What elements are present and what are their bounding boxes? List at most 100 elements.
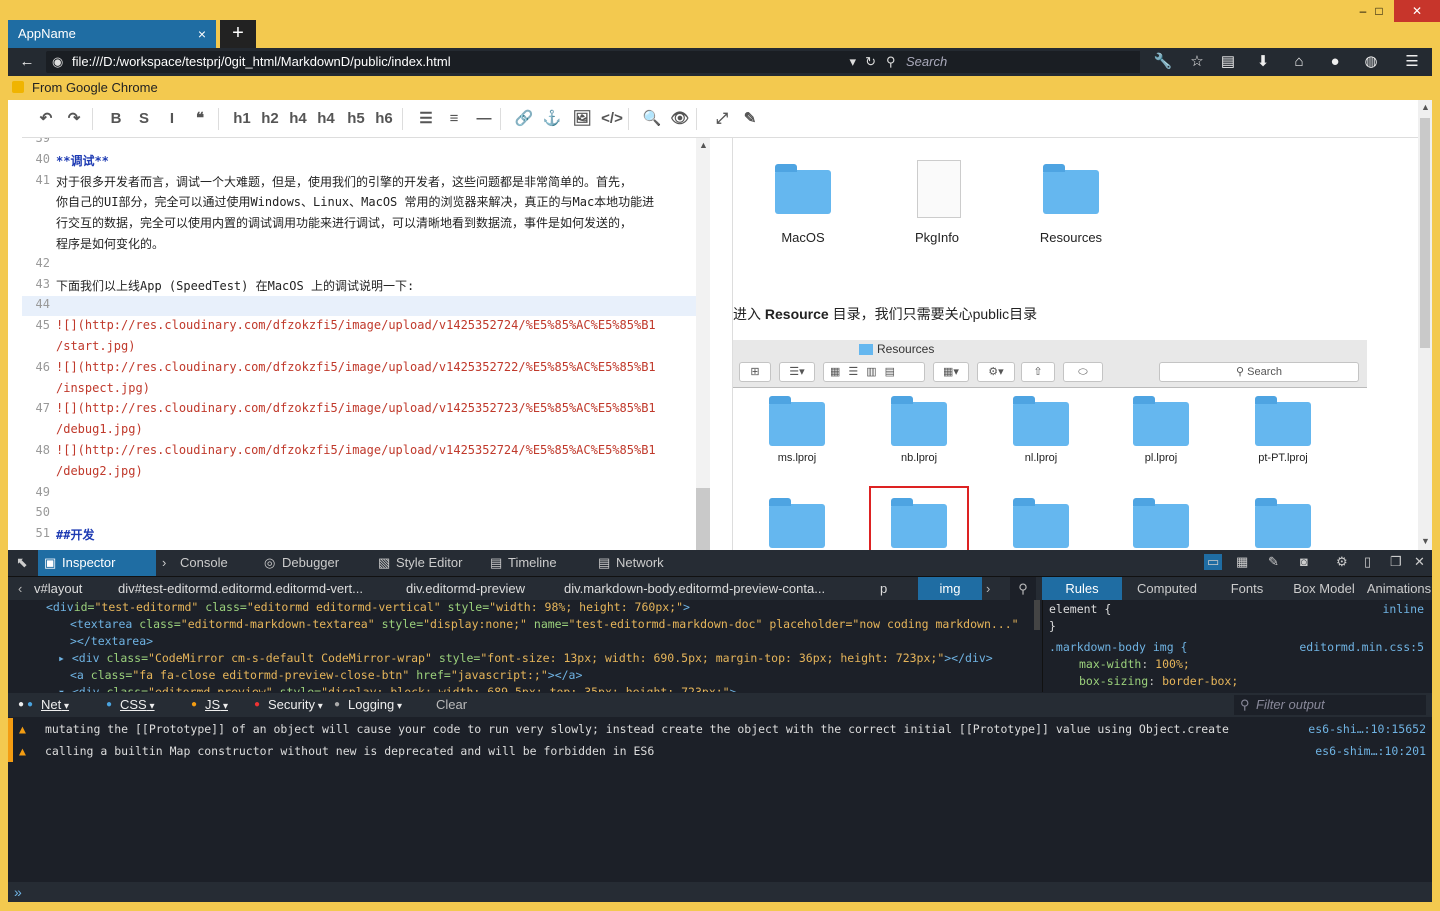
tab-inspector[interactable]: ▣ Inspector: [38, 550, 156, 576]
markup-scrollbar[interactable]: [1034, 600, 1040, 630]
search-icon[interactable]: ⚲: [1010, 577, 1036, 601]
rule-source[interactable]: inline: [1382, 602, 1424, 616]
list-ul-button[interactable]: ☰: [414, 109, 438, 129]
globe-addon-icon[interactable]: ◍: [1360, 52, 1382, 72]
tab-appname[interactable]: AppName ×: [8, 20, 216, 48]
rule-property[interactable]: box-sizing: border-box;: [1079, 674, 1238, 688]
tab-fonts[interactable]: Fonts: [1212, 577, 1282, 601]
breadcrumb-item[interactable]: img: [918, 577, 982, 601]
h6-button[interactable]: h6: [372, 109, 396, 129]
screenshot-icon[interactable]: ◙: [1300, 554, 1308, 569]
markup-node[interactable]: <a class="fa fa-close editormd-preview-c…: [70, 668, 582, 682]
markdown-editor[interactable]: 39 40 **调试** 41 对于很多开发者而言，调试一个大难题，但是，使用我们的引擎…: [22, 138, 696, 550]
breadcrumb-item[interactable]: div#test-editormd.editormd.editormd-vert…: [118, 577, 398, 601]
dock-side-icon[interactable]: ▯: [1364, 554, 1371, 570]
image-button[interactable]: 🖼: [570, 109, 594, 129]
rule-source[interactable]: editormd.min.css:5: [1299, 640, 1424, 654]
strikethrough-button[interactable]: S: [132, 109, 156, 129]
breadcrumb-item[interactable]: v#layout: [34, 577, 114, 601]
tab-inspector-icon: ▣: [44, 555, 57, 570]
preview-button[interactable]: 👁: [668, 109, 692, 129]
tab-style-editor[interactable]: ▧ Style Editor: [372, 550, 484, 576]
tab-timeline[interactable]: ▤ Timeline: [484, 550, 592, 576]
gear-icon[interactable]: ⚙: [1336, 554, 1348, 570]
h2-button[interactable]: h2: [258, 109, 282, 129]
bold-button[interactable]: B: [104, 109, 128, 129]
clear-button[interactable]: ✎: [738, 109, 762, 129]
h4-button[interactable]: h4: [314, 109, 338, 129]
rule-property[interactable]: max-width: 100%;: [1079, 657, 1190, 671]
tab-title: AppName: [18, 26, 76, 41]
link-button[interactable]: 🔗: [512, 109, 536, 129]
tab-close-icon[interactable]: ×: [198, 20, 206, 48]
console-input[interactable]: »: [8, 882, 1432, 902]
download-icon[interactable]: ⬇: [1252, 52, 1274, 72]
reading-list-icon[interactable]: ▤: [1217, 52, 1239, 72]
markup-node[interactable]: <divid="test-editormd" class="editormd e…: [46, 600, 690, 614]
paintbrush-icon[interactable]: ✎: [1268, 554, 1279, 570]
log-source[interactable]: es6-shi…:10:15652: [1308, 718, 1426, 740]
tab-network[interactable]: ▤ Network: [592, 550, 692, 576]
search-button[interactable]: 🔍: [640, 109, 664, 129]
tab-animations[interactable]: Animations: [1366, 577, 1432, 601]
toggle-icon[interactable]: ●: [18, 693, 24, 717]
url-bar[interactable]: ◉ file:///D:/workspace/testprj/0git_html…: [46, 51, 882, 73]
new-tab-button[interactable]: +: [220, 20, 256, 48]
responsive-icon[interactable]: ▭: [1204, 554, 1223, 570]
chat-icon[interactable]: ●: [1324, 52, 1346, 72]
markup-view[interactable]: <divid="test-editormd" class="editormd e…: [8, 600, 1042, 692]
dock-window-icon[interactable]: ❐: [1390, 554, 1402, 570]
bookmark-star-icon[interactable]: ☆: [1186, 52, 1208, 72]
tab-label: Console: [180, 555, 228, 570]
reload-icon[interactable]: ↻: [865, 51, 876, 73]
breadcrumb-item[interactable]: div.editormd-preview: [406, 577, 556, 601]
markup-node[interactable]: ></textarea>: [70, 634, 153, 648]
anchor-button[interactable]: ⚓: [540, 109, 564, 129]
filter-output-input[interactable]: ⚲ Filter output: [1234, 695, 1426, 715]
logging-filter[interactable]: Logging ▾: [348, 693, 402, 717]
breadcrumb-item[interactable]: div.markdown-body.editormd-preview-conta…: [564, 577, 874, 601]
crumb-next-icon[interactable]: ›: [986, 577, 990, 601]
markup-node[interactable]: <textarea class="editormd-markdown-texta…: [70, 617, 1019, 631]
home-icon[interactable]: ⌂: [1288, 52, 1310, 72]
quote-button[interactable]: ❝: [188, 109, 212, 129]
clear-button[interactable]: Clear: [436, 693, 467, 717]
pick-element-icon[interactable]: ⬉: [16, 554, 28, 571]
security-filter[interactable]: Security ▾: [268, 693, 323, 717]
log-source[interactable]: es6-shim…:10:201: [1315, 740, 1426, 762]
scratchpad-icon[interactable]: ▦: [1236, 554, 1248, 570]
tab-console-icon: ›: [162, 555, 167, 570]
menu-icon[interactable]: ☰: [1401, 52, 1423, 72]
net-filter[interactable]: Net ▾: [41, 693, 69, 717]
crumb-prev-icon[interactable]: ‹: [18, 577, 22, 601]
close-devtools-icon[interactable]: ✕: [1414, 554, 1425, 570]
h3-button[interactable]: h4: [286, 109, 310, 129]
dropdown-arrow-icon[interactable]: ▾: [849, 51, 856, 73]
markup-node[interactable]: ▾ <div class="editormd-preview" style="d…: [58, 685, 737, 692]
wrench-icon[interactable]: 🔧: [1152, 52, 1174, 72]
rules-view[interactable]: element { inline } .markdown-body img { …: [1042, 600, 1432, 692]
italic-button[interactable]: I: [160, 109, 184, 129]
tab-debugger[interactable]: ◎ Debugger: [258, 550, 372, 576]
breadcrumb-item[interactable]: p: [880, 577, 910, 601]
tab-computed[interactable]: Computed: [1122, 577, 1212, 601]
css-filter[interactable]: CSS ▾: [120, 693, 155, 717]
hr-button[interactable]: —: [472, 109, 496, 129]
tab-console[interactable]: › Console: [156, 550, 258, 576]
h5-button[interactable]: h5: [344, 109, 368, 129]
tab-rules[interactable]: Rules: [1042, 577, 1122, 601]
tab-box-model[interactable]: Box Model: [1282, 577, 1366, 601]
list-ol-button[interactable]: ≡: [442, 109, 466, 129]
redo-button[interactable]: ↷: [62, 109, 86, 129]
undo-button[interactable]: ↶: [34, 109, 58, 129]
editor-scrollbar[interactable]: ▲: [696, 138, 710, 550]
js-filter[interactable]: JS ▾: [205, 693, 228, 717]
back-arrow-icon[interactable]: ←: [16, 52, 38, 72]
markup-node[interactable]: ▸ <div class="CodeMirror cm-s-default Co…: [58, 651, 993, 665]
fullscreen-button[interactable]: ⤢: [710, 109, 734, 129]
page-scrollbar[interactable]: ▲ ▼: [1418, 100, 1432, 550]
code-button[interactable]: </>: [600, 109, 624, 129]
h1-button[interactable]: h1: [230, 109, 254, 129]
bookmark-folder[interactable]: From Google Chrome: [32, 80, 158, 95]
search-input[interactable]: ⚲ Search: [880, 51, 1140, 73]
